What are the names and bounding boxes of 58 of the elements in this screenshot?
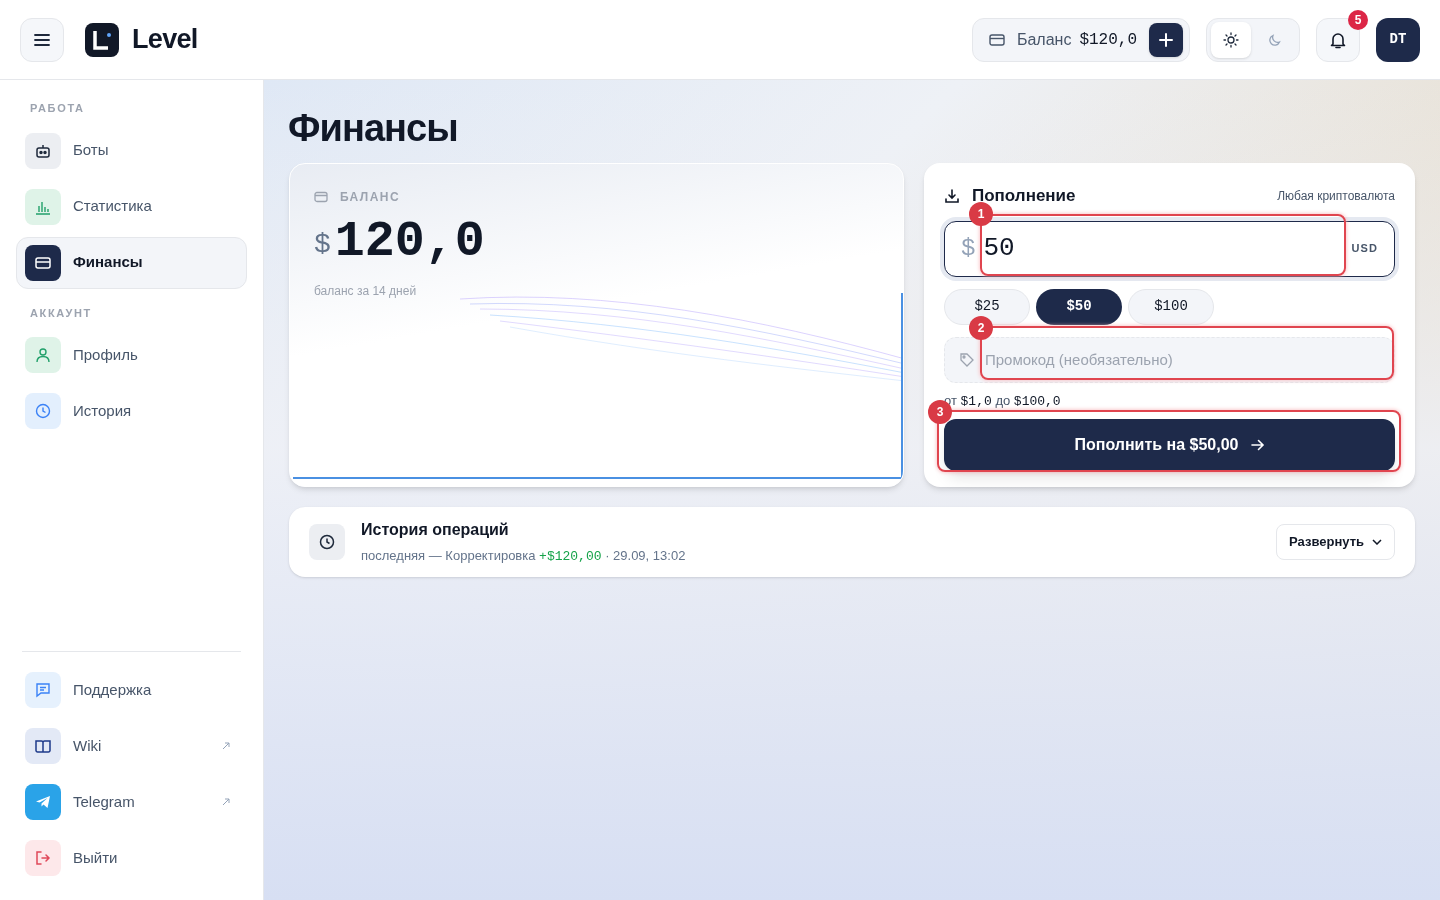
menu-button[interactable] (20, 17, 64, 62)
balance-value: $120,0 (1079, 29, 1137, 51)
nav-item[interactable]: Выйти (16, 832, 247, 884)
balance-label: БАЛАНС (340, 189, 401, 206)
topup-subtitle: Любая криптовалюта (1277, 187, 1395, 205)
chat-icon (35, 682, 51, 698)
last-operation-text: последняя — Корректировка +$120,00 · 29.09, 13:02 (361, 546, 686, 566)
nav-item[interactable]: Профиль (16, 329, 247, 381)
light-theme-button[interactable] (1211, 21, 1251, 58)
balance-label: Баланс (1016, 29, 1072, 50)
topup-button[interactable]: Пополнить на $50,00 (944, 419, 1395, 471)
download-icon (944, 187, 960, 204)
user-icon (35, 347, 51, 363)
currency-sign: $ (314, 228, 331, 262)
preset-chip[interactable]: $100 (1128, 288, 1214, 325)
section-heading: АККАУНТ (29, 305, 93, 321)
nav-item[interactable]: Wiki (16, 720, 247, 772)
add-funds-button[interactable] (1149, 22, 1183, 57)
moon-icon (1268, 32, 1282, 47)
nav-item[interactable]: Telegram (16, 776, 247, 828)
arrow-right-icon (1250, 439, 1265, 451)
history-title: История операций (361, 519, 510, 540)
nav-item[interactable]: Статистика (16, 180, 247, 233)
promo-field[interactable]: Промокод (необязательно) (944, 336, 1395, 383)
preset-chip[interactable]: $50 (1036, 288, 1122, 325)
plus-icon (1159, 32, 1173, 47)
sun-icon (1223, 31, 1239, 48)
tag-icon (960, 352, 974, 367)
nav-item[interactable]: Поддержка (16, 664, 247, 716)
notifications-button[interactable] (1316, 17, 1360, 62)
menu-icon (34, 33, 50, 46)
expand-button[interactable]: Развернуть (1276, 524, 1395, 560)
wallet-icon (988, 32, 1005, 47)
wallet-icon (314, 191, 328, 203)
clock-icon (309, 524, 345, 560)
logout-icon (35, 850, 51, 866)
currency-code: USD (1351, 241, 1378, 257)
amount-value: 50 (983, 232, 1015, 265)
balance-caption: баланс за 14 дней (314, 283, 418, 300)
logo-icon (84, 21, 120, 58)
paper-plane-icon (35, 794, 51, 810)
logo-text: Level (132, 23, 198, 57)
nav-item[interactable]: Финансы (16, 236, 247, 289)
page-title: Финансы (288, 108, 459, 148)
currency-sign: $ (961, 233, 976, 264)
book-icon (35, 738, 51, 754)
balance-amount: 120,0 (334, 214, 485, 270)
robot-icon (35, 142, 51, 159)
avatar-button[interactable]: DT (1376, 17, 1420, 62)
chevron-down-icon (1372, 539, 1382, 545)
section-heading: РАБОТА (29, 101, 86, 116)
nav-item[interactable]: История (16, 385, 247, 437)
bell-icon (1330, 30, 1346, 49)
card-icon (35, 255, 51, 270)
annotation-badge: 1 (969, 202, 993, 226)
clock-icon (35, 403, 51, 419)
nav-item[interactable]: Боты (16, 124, 247, 177)
notification-badge: 5 (1348, 9, 1368, 30)
